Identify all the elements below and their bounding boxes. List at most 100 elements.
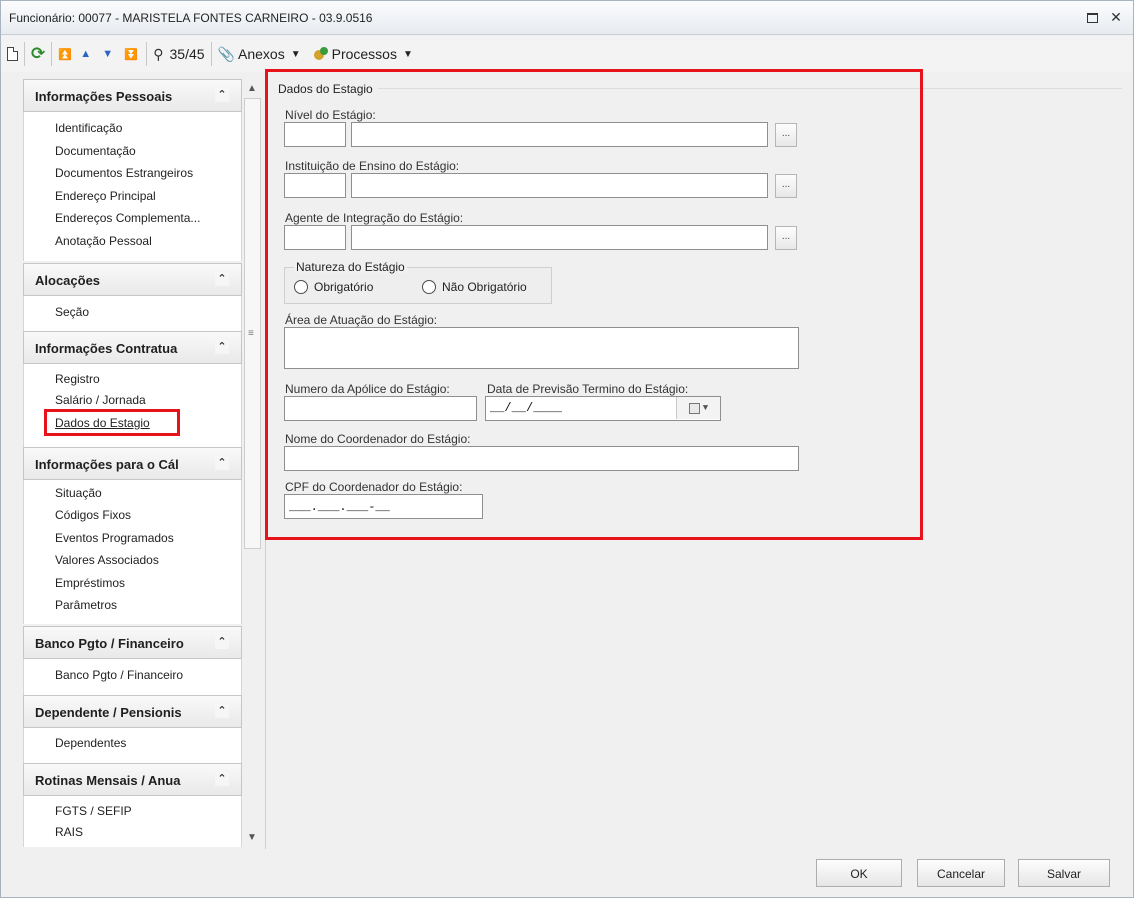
nivel-code-input[interactable] bbox=[284, 122, 346, 147]
cpf-input[interactable]: ___.___.___-__ bbox=[284, 494, 483, 519]
processes-label: Processos bbox=[331, 46, 397, 62]
scroll-thumb[interactable]: ≡ bbox=[244, 98, 261, 549]
section-body: Situação Códigos Fixos Eventos Programad… bbox=[23, 480, 242, 624]
sidebar-item-anotacao-pessoal[interactable]: Anotação Pessoal bbox=[55, 234, 152, 248]
scroll-down-icon[interactable]: ▼ bbox=[247, 832, 257, 843]
new-document-button[interactable] bbox=[7, 42, 18, 66]
nivel-label: Nível do Estágio: bbox=[285, 108, 376, 122]
nivel-lookup-button[interactable]: ... bbox=[775, 123, 797, 147]
instituicao-code-input[interactable] bbox=[284, 173, 346, 198]
sidebar-item-eventos-programados[interactable]: Eventos Programados bbox=[55, 531, 174, 545]
close-icon[interactable]: ✕ bbox=[1109, 10, 1123, 24]
sidebar-item-salario-jornada[interactable]: Salário / Jornada bbox=[55, 393, 146, 407]
instituicao-lookup-button[interactable]: ... bbox=[775, 174, 797, 198]
window-title: Funcionário: 00077 - MARISTELA FONTES CA… bbox=[9, 11, 373, 25]
calendar-dropdown-button[interactable]: ▼ bbox=[676, 397, 720, 419]
sidebar-item-documentos-estrangeiros[interactable]: Documentos Estrangeiros bbox=[55, 166, 193, 180]
agente-code-input[interactable] bbox=[284, 225, 346, 250]
search-button[interactable]: ⚲ bbox=[153, 42, 163, 66]
first-record-icon[interactable]: ⏫ bbox=[58, 42, 74, 66]
sidebar-item-banco-pgto[interactable]: Banco Pgto / Financeiro bbox=[55, 668, 183, 682]
sidebar-item-enderecos-complementares[interactable]: Endereços Complementa... bbox=[55, 211, 200, 225]
grip-icon: ≡ bbox=[248, 328, 254, 339]
sidebar-item-emprestimos[interactable]: Empréstimos bbox=[55, 576, 125, 590]
sidebar-item-secao[interactable]: Seção bbox=[55, 305, 89, 319]
sidebar-item-situacao[interactable]: Situação bbox=[55, 486, 102, 500]
section-header-alocacoes[interactable]: Alocações ⌃ bbox=[23, 263, 242, 296]
previsao-date-input[interactable]: __/__/____ ▼ bbox=[485, 396, 721, 421]
maximize-icon[interactable] bbox=[1085, 10, 1099, 24]
section-header-informacoes-contratuais[interactable]: Informações Contratua ⌃ bbox=[23, 331, 242, 364]
last-record-icon[interactable]: ⏬ bbox=[124, 42, 140, 66]
agente-description-input[interactable] bbox=[351, 225, 768, 250]
radio-circle[interactable] bbox=[422, 280, 436, 294]
sidebar-item-endereco-principal[interactable]: Endereço Principal bbox=[55, 189, 156, 203]
toolbar-separator bbox=[24, 42, 25, 66]
previsao-label: Data de Previsão Termino do Estágio: bbox=[487, 382, 689, 396]
section-body: Seção bbox=[23, 296, 242, 331]
nivel-description-input[interactable] bbox=[351, 122, 768, 147]
collapse-icon[interactable]: ⌃ bbox=[215, 272, 229, 286]
attachments-icon: 📎 bbox=[217, 45, 235, 62]
radio-nao-obrigatorio-label: Não Obrigatório bbox=[442, 280, 527, 294]
next-record-icon[interactable]: ▼ bbox=[102, 42, 118, 66]
processes-menu[interactable]: Processos ▼ bbox=[313, 42, 413, 66]
instituicao-description-input[interactable] bbox=[351, 173, 768, 198]
collapse-icon[interactable]: ⌃ bbox=[215, 456, 229, 470]
attachments-label: Anexos bbox=[238, 46, 285, 62]
collapse-icon[interactable]: ⌃ bbox=[215, 772, 229, 786]
cancel-button[interactable]: Cancelar bbox=[917, 859, 1005, 887]
sidebar-item-codigos-fixos[interactable]: Códigos Fixos bbox=[55, 508, 131, 522]
previsao-date-value: __/__/____ bbox=[490, 401, 563, 415]
section-body: Identificação Documentação Documentos Es… bbox=[23, 112, 242, 261]
sidebar-item-fgts-sefip[interactable]: FGTS / SEFIP bbox=[55, 804, 132, 818]
toolbar: ⟳ ⏫ ▲ ▼ ⏬ ⚲ 35/45 📎 Anexos ▼ Processos ▼ bbox=[1, 36, 1133, 72]
section-header-banco-pgto[interactable]: Banco Pgto / Financeiro ⌃ bbox=[23, 626, 242, 659]
sidebar-scrollbar[interactable]: ▲ ≡ ▼ bbox=[243, 79, 262, 847]
chevron-down-icon: ▼ bbox=[402, 48, 413, 60]
radio-nao-obrigatorio[interactable]: Não Obrigatório bbox=[422, 280, 527, 294]
sidebar-item-documentacao[interactable]: Documentação bbox=[55, 144, 136, 158]
section-title: Rotinas Mensais / Anua bbox=[35, 773, 181, 788]
title-bar: Funcionário: 00077 - MARISTELA FONTES CA… bbox=[1, 1, 1133, 35]
refresh-button[interactable]: ⟳ bbox=[31, 42, 45, 66]
collapse-icon[interactable]: ⌃ bbox=[215, 635, 229, 649]
section-header-dependentes[interactable]: Dependente / Pensionis ⌃ bbox=[23, 695, 242, 728]
new-document-icon bbox=[7, 47, 18, 61]
group-title: Dados do Estagio bbox=[278, 82, 373, 96]
save-button[interactable]: Salvar bbox=[1018, 859, 1110, 887]
previous-record-icon[interactable]: ▲ bbox=[80, 42, 96, 66]
section-body: Banco Pgto / Financeiro bbox=[23, 659, 242, 695]
radio-obrigatorio[interactable]: Obrigatório bbox=[294, 280, 373, 294]
radio-circle[interactable] bbox=[294, 280, 308, 294]
sidebar-item-valores-associados[interactable]: Valores Associados bbox=[55, 553, 159, 567]
area-textarea[interactable] bbox=[284, 327, 799, 369]
sidebar-item-parametros[interactable]: Parâmetros bbox=[55, 598, 117, 612]
ok-button[interactable]: OK bbox=[816, 859, 902, 887]
section-title: Informações Pessoais bbox=[35, 89, 173, 104]
apolice-input[interactable] bbox=[284, 396, 477, 421]
section-header-informacoes-pessoais[interactable]: Informações Pessoais ⌃ bbox=[23, 79, 242, 112]
chevron-down-icon: ▼ bbox=[702, 403, 709, 413]
section-header-rotinas-mensais[interactable]: Rotinas Mensais / Anua ⌃ bbox=[23, 763, 242, 796]
cpf-label: CPF do Coordenador do Estágio: bbox=[285, 480, 463, 494]
employee-window: Funcionário: 00077 - MARISTELA FONTES CA… bbox=[0, 0, 1134, 898]
collapse-icon[interactable]: ⌃ bbox=[215, 340, 229, 354]
scroll-up-icon[interactable]: ▲ bbox=[247, 83, 257, 94]
toolbar-separator bbox=[146, 42, 148, 66]
collapse-icon[interactable]: ⌃ bbox=[215, 704, 229, 718]
section-body: FGTS / SEFIP RAIS bbox=[23, 796, 242, 847]
section-header-informacoes-calculo[interactable]: Informações para o Cál ⌃ bbox=[23, 447, 242, 480]
sidebar-item-identificacao[interactable]: Identificação bbox=[55, 121, 122, 135]
coordenador-input[interactable] bbox=[284, 446, 799, 471]
agente-label: Agente de Integração do Estágio: bbox=[285, 211, 464, 225]
section-title: Informações Contratua bbox=[35, 341, 178, 356]
sidebar-item-rais[interactable]: RAIS bbox=[55, 825, 83, 839]
agente-lookup-button[interactable]: ... bbox=[775, 226, 797, 250]
collapse-icon[interactable]: ⌃ bbox=[215, 88, 229, 102]
attachments-menu[interactable]: 📎 Anexos ▼ bbox=[218, 42, 301, 66]
refresh-icon: ⟳ bbox=[31, 44, 46, 63]
sidebar-item-dependentes[interactable]: Dependentes bbox=[55, 736, 126, 750]
instituicao-label: Instituição de Ensino do Estágio: bbox=[285, 159, 460, 173]
sidebar-item-registro[interactable]: Registro bbox=[55, 372, 100, 386]
